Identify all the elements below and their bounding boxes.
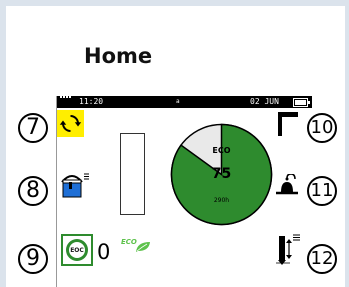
- callout-7: 7: [18, 113, 48, 143]
- page-title: Home: [84, 44, 153, 68]
- container-fill-icon[interactable]: [60, 172, 90, 198]
- eco-leaf-icon: ECO: [121, 238, 157, 256]
- callout-9: 9: [18, 244, 48, 274]
- eco-gauge: ECO 75 290h: [170, 123, 273, 226]
- bell-sensor-icon[interactable]: [276, 174, 300, 198]
- status-time: 11:20: [79, 97, 104, 106]
- status-date: 02 JUN: [250, 97, 279, 106]
- status-bar: 11:20 a 02 JUN: [57, 89, 312, 108]
- frame-right: [345, 0, 349, 287]
- eoc-count: 0: [97, 240, 111, 264]
- eoc-label: EOC: [69, 242, 85, 258]
- level-bar: [120, 133, 145, 215]
- status-center-mark: a: [176, 98, 180, 105]
- eoc-button[interactable]: EOC: [61, 234, 93, 266]
- callout-12: 12: [307, 244, 337, 274]
- gauge-value: 75: [212, 166, 231, 182]
- vertical-adjust-icon[interactable]: [276, 232, 302, 266]
- battery-icon: [293, 98, 310, 107]
- leaf-icon: [136, 242, 150, 252]
- frame-left: [0, 0, 6, 287]
- callout-8: 8: [18, 176, 48, 206]
- cycle-arrows-icon: [59, 115, 82, 132]
- gauge-hours: 290h: [214, 197, 229, 204]
- gauge-label: ECO: [212, 146, 230, 155]
- page: Home 11:20 a 02 JUN ECO 75 290h EOC 0 EC…: [0, 0, 349, 287]
- frame-top: [0, 0, 349, 6]
- cycle-button[interactable]: [57, 110, 84, 137]
- callout-10: 10: [307, 113, 337, 143]
- callout-11: 11: [307, 176, 337, 206]
- flag-icon[interactable]: [275, 110, 299, 136]
- device-screen: 11:20 a 02 JUN ECO 75 290h EOC 0 ECO: [56, 89, 312, 287]
- eoc-icon: EOC: [66, 239, 88, 261]
